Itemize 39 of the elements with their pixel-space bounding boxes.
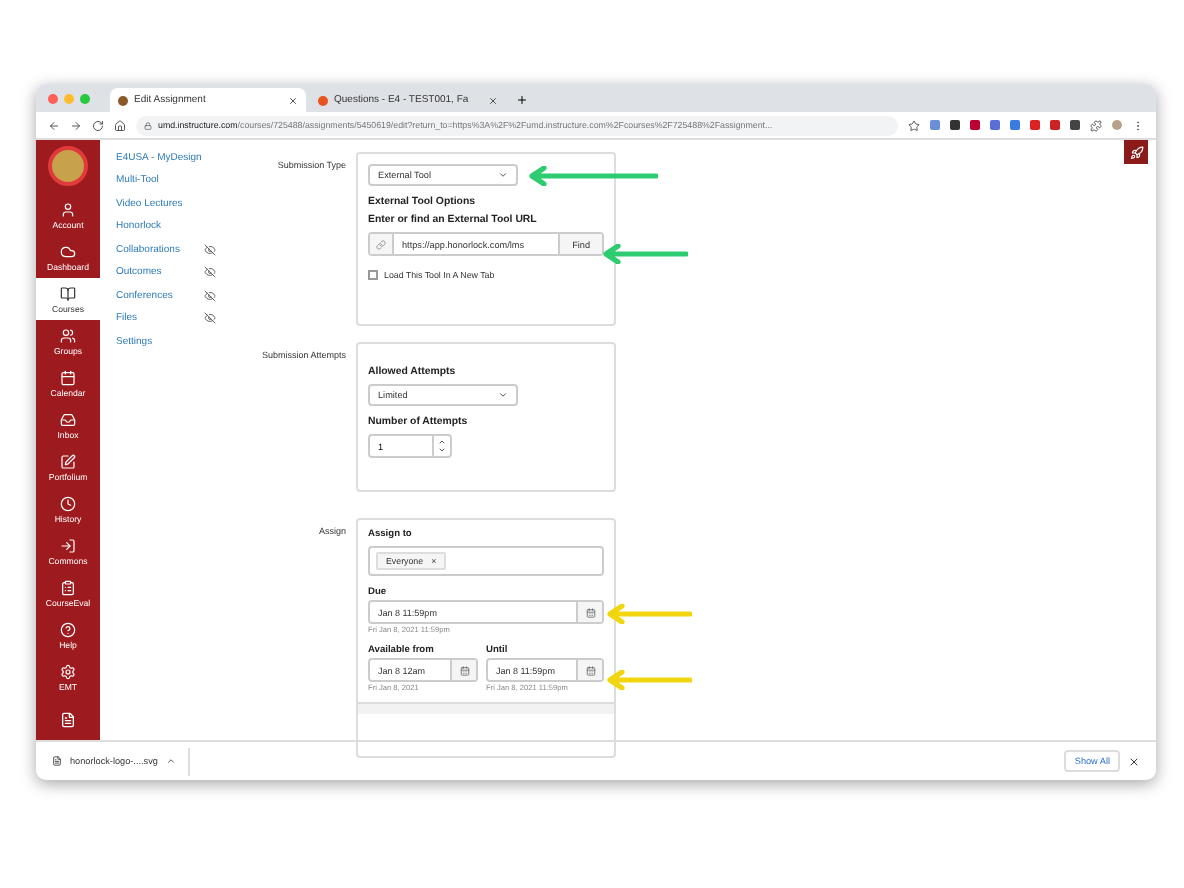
file-icon xyxy=(52,756,62,766)
chevron-up-icon[interactable] xyxy=(165,756,176,766)
close-window-dot[interactable] xyxy=(48,93,58,103)
profile-avatar[interactable] xyxy=(1112,120,1122,130)
university-logo[interactable] xyxy=(48,146,88,186)
inbox-icon xyxy=(60,411,76,427)
zoom-window-dot[interactable] xyxy=(80,93,90,103)
calendar-icon[interactable] xyxy=(459,665,469,675)
lock-icon xyxy=(144,121,152,129)
pencil-icon xyxy=(60,453,76,469)
star-icon[interactable] xyxy=(908,119,920,131)
minimize-window-dot[interactable] xyxy=(64,93,74,103)
calendar-icon[interactable] xyxy=(585,607,595,617)
help-icon xyxy=(60,621,76,637)
chevron-down-icon xyxy=(498,170,508,180)
login-icon xyxy=(60,537,76,553)
back-icon[interactable] xyxy=(48,119,60,131)
new-tab-icon[interactable] xyxy=(516,94,528,106)
person-icon xyxy=(60,201,76,217)
favicon-icon xyxy=(318,95,328,105)
document-icon[interactable] xyxy=(60,711,76,727)
calendar-icon[interactable] xyxy=(585,665,595,675)
calendar-icon xyxy=(60,369,76,385)
chevron-down-icon xyxy=(498,390,508,400)
forward-icon[interactable] xyxy=(70,119,82,131)
clipboard-icon xyxy=(60,579,76,595)
checkbox[interactable] xyxy=(368,270,378,280)
settings-icon xyxy=(60,663,76,679)
puzzle-icon[interactable] xyxy=(1090,119,1102,131)
link-icon xyxy=(376,239,386,249)
cloud-icon xyxy=(60,243,76,259)
book-icon xyxy=(60,285,76,301)
favicon-icon xyxy=(118,95,128,105)
reload-icon[interactable] xyxy=(92,119,104,131)
home-icon[interactable] xyxy=(114,119,126,131)
close-icon[interactable] xyxy=(1128,755,1140,767)
people-icon xyxy=(60,327,76,343)
rocket-button[interactable] xyxy=(1124,140,1148,164)
clock-icon xyxy=(60,495,76,511)
